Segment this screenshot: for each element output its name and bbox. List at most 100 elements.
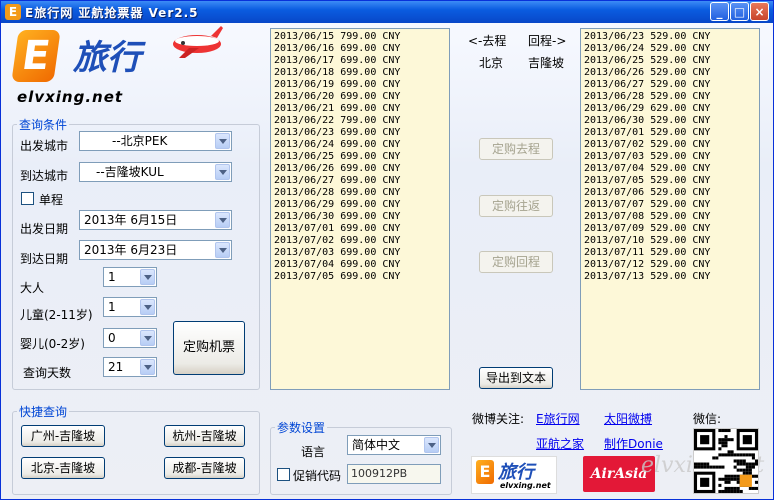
list-item[interactable]: 2013/06/28 699.00 CNY	[274, 187, 449, 199]
list-item[interactable]: 2013/07/08 529.00 CNY	[584, 211, 759, 223]
quick-chengdu-kl-button[interactable]: 成都-吉隆坡	[164, 457, 245, 479]
from-city-select[interactable]: --北京PEK	[79, 131, 232, 151]
list-item[interactable]: 2013/06/24 529.00 CNY	[584, 43, 759, 55]
footer-logo[interactable]: E 旅行 elvxing.net	[471, 456, 557, 494]
chevron-down-icon[interactable]	[215, 133, 230, 149]
list-item[interactable]: 2013/07/01 529.00 CNY	[584, 127, 759, 139]
child-label: 儿童(2-11岁)	[20, 308, 93, 322]
list-item[interactable]: 2013/07/02 699.00 CNY	[274, 235, 449, 247]
quick-beijing-kl-button[interactable]: 北京-吉隆坡	[21, 457, 105, 479]
book-return-button[interactable]: 定购回程	[479, 251, 553, 273]
promo-code-input[interactable]: 100912PB	[347, 464, 441, 484]
language-label: 语言	[301, 445, 326, 459]
list-item[interactable]: 2013/07/12 529.00 CNY	[584, 259, 759, 271]
list-item[interactable]: 2013/07/11 529.00 CNY	[584, 247, 759, 259]
list-item[interactable]: 2013/07/06 529.00 CNY	[584, 187, 759, 199]
list-item[interactable]: 2013/06/30 529.00 CNY	[584, 115, 759, 127]
infant-select[interactable]: 0	[103, 328, 157, 348]
quick-hangzhou-kl-button[interactable]: 杭州-吉隆坡	[164, 425, 245, 447]
list-item[interactable]: 2013/07/13 529.00 CNY	[584, 271, 759, 283]
outbound-price-list[interactable]: 2013/06/15 799.00 CNY 2013/06/16 699.00 C…	[270, 28, 450, 390]
depart-date-picker[interactable]: 2013年 6月15日	[79, 210, 232, 230]
list-item[interactable]: 2013/06/23 529.00 CNY	[584, 31, 759, 43]
list-item[interactable]: 2013/07/03 699.00 CNY	[274, 247, 449, 259]
return-header: 回程->	[528, 34, 567, 48]
days-select[interactable]: 21	[103, 357, 157, 377]
language-select[interactable]: 简体中文	[347, 435, 441, 455]
days-label: 查询天数	[23, 366, 72, 380]
promo-label: 促销代码	[293, 469, 342, 483]
oneway-checkbox[interactable]	[21, 192, 34, 205]
list-item[interactable]: 2013/06/28 529.00 CNY	[584, 91, 759, 103]
quick-canton-kl-button[interactable]: 广州-吉隆坡	[21, 425, 105, 447]
airplane-icon	[173, 26, 223, 58]
maximize-button[interactable]: □	[730, 2, 749, 21]
child-value: 1	[108, 300, 116, 314]
list-item[interactable]: 2013/07/05 699.00 CNY	[274, 271, 449, 283]
list-item[interactable]: 2013/06/29 699.00 CNY	[274, 199, 449, 211]
adult-value: 1	[108, 270, 116, 284]
list-item[interactable]: 2013/06/27 699.00 CNY	[274, 175, 449, 187]
child-select[interactable]: 1	[103, 297, 157, 317]
chevron-down-icon[interactable]	[215, 164, 230, 180]
chevron-down-icon[interactable]	[140, 269, 155, 285]
list-item[interactable]: 2013/06/24 699.00 CNY	[274, 139, 449, 151]
chevron-down-icon[interactable]	[140, 359, 155, 375]
logo-e-icon: E	[476, 460, 494, 484]
to-city-select[interactable]: --吉隆坡KUL	[79, 162, 232, 182]
minimize-button[interactable]: _	[710, 2, 729, 21]
link-author-donie[interactable]: 制作Donie	[604, 435, 663, 452]
title-bar[interactable]: E E旅行网 亚航抢票器 Ver2.5 _ □ ×	[1, 1, 773, 23]
infant-value: 0	[108, 331, 116, 345]
book-ticket-button[interactable]: 定购机票	[173, 321, 245, 375]
list-item[interactable]: 2013/07/07 529.00 CNY	[584, 199, 759, 211]
list-item[interactable]: 2013/06/25 699.00 CNY	[274, 151, 449, 163]
origin-city: 北京	[479, 56, 504, 70]
list-item[interactable]: 2013/06/20 699.00 CNY	[274, 91, 449, 103]
list-item[interactable]: 2013/06/30 699.00 CNY	[274, 211, 449, 223]
book-roundtrip-button[interactable]: 定购往返	[479, 195, 553, 217]
link-sun-weibo[interactable]: 太阳微搏	[604, 410, 652, 427]
list-item[interactable]: 2013/07/03 529.00 CNY	[584, 151, 759, 163]
to-city-value: --吉隆坡KUL	[96, 165, 164, 179]
list-item[interactable]: 2013/06/15 799.00 CNY	[274, 31, 449, 43]
oneway-label: 单程	[39, 193, 64, 207]
footer-logo-en: elvxing.net	[500, 481, 551, 490]
list-item[interactable]: 2013/06/21 699.00 CNY	[274, 103, 449, 115]
chevron-down-icon[interactable]	[215, 212, 230, 228]
wechat-label: 微信:	[693, 412, 722, 426]
chevron-down-icon[interactable]	[215, 242, 230, 258]
list-item[interactable]: 2013/06/29 629.00 CNY	[584, 103, 759, 115]
promo-checkbox[interactable]	[277, 468, 290, 481]
list-item[interactable]: 2013/07/05 529.00 CNY	[584, 175, 759, 187]
chevron-down-icon[interactable]	[140, 299, 155, 315]
chevron-down-icon[interactable]	[424, 437, 439, 453]
list-item[interactable]: 2013/06/26 529.00 CNY	[584, 67, 759, 79]
list-item[interactable]: 2013/06/18 699.00 CNY	[274, 67, 449, 79]
link-airasia-home[interactable]: 亚航之家	[536, 435, 584, 452]
link-elvxing[interactable]: E旅行网	[536, 410, 580, 427]
return-date-picker[interactable]: 2013年 6月23日	[79, 240, 232, 260]
list-item[interactable]: 2013/07/02 529.00 CNY	[584, 139, 759, 151]
list-item[interactable]: 2013/06/25 529.00 CNY	[584, 55, 759, 67]
list-item[interactable]: 2013/06/22 799.00 CNY	[274, 115, 449, 127]
list-item[interactable]: 2013/07/09 529.00 CNY	[584, 223, 759, 235]
list-item[interactable]: 2013/06/19 699.00 CNY	[274, 79, 449, 91]
adult-select[interactable]: 1	[103, 267, 157, 287]
list-item[interactable]: 2013/07/10 529.00 CNY	[584, 235, 759, 247]
list-item[interactable]: 2013/06/16 699.00 CNY	[274, 43, 449, 55]
return-price-list[interactable]: 2013/06/23 529.00 CNY 2013/06/24 529.00 C…	[580, 28, 760, 390]
list-item[interactable]: 2013/06/23 699.00 CNY	[274, 127, 449, 139]
return-date-value: 2013年 6月23日	[84, 243, 178, 257]
list-item[interactable]: 2013/07/04 699.00 CNY	[274, 259, 449, 271]
list-item[interactable]: 2013/07/04 529.00 CNY	[584, 163, 759, 175]
export-text-button[interactable]: 导出到文本	[479, 367, 553, 389]
list-item[interactable]: 2013/06/26 699.00 CNY	[274, 163, 449, 175]
list-item[interactable]: 2013/06/27 529.00 CNY	[584, 79, 759, 91]
book-outbound-button[interactable]: 定购去程	[479, 138, 553, 160]
chevron-down-icon[interactable]	[140, 330, 155, 346]
list-item[interactable]: 2013/06/17 699.00 CNY	[274, 55, 449, 67]
close-button[interactable]: ×	[750, 2, 769, 21]
wechat-qr-code	[693, 428, 759, 494]
list-item[interactable]: 2013/07/01 699.00 CNY	[274, 223, 449, 235]
